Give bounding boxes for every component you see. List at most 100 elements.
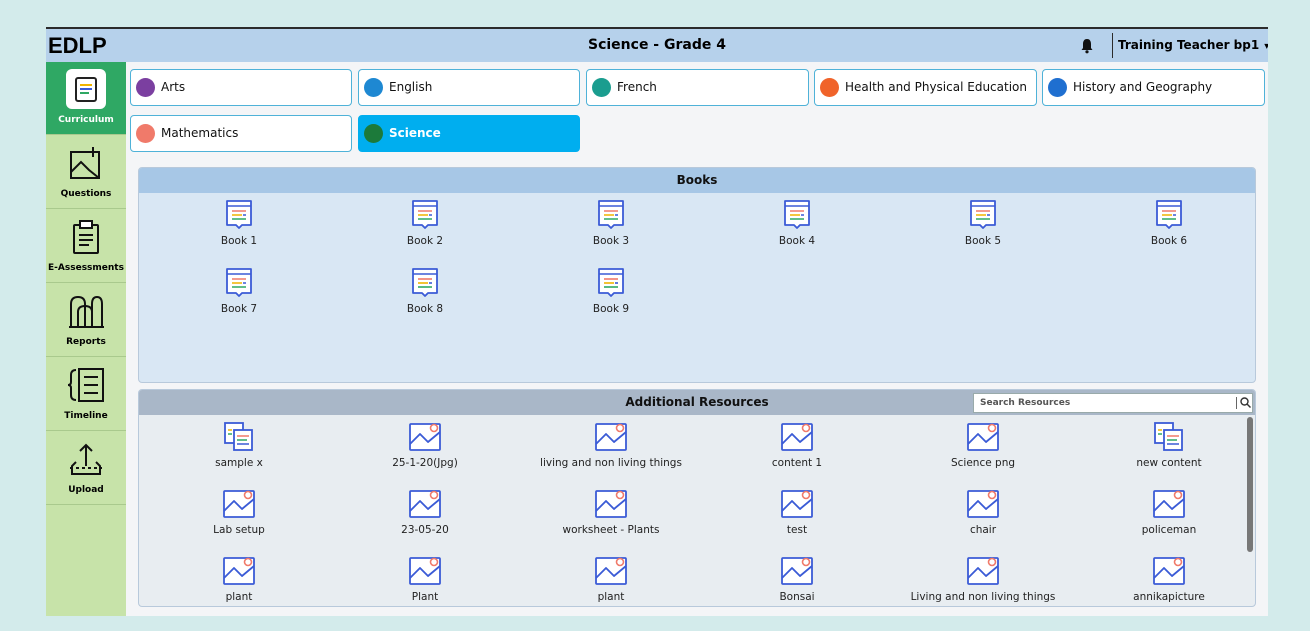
book-icon [146, 266, 332, 298]
book-icon [332, 198, 518, 230]
subject-tab-french[interactable]: French [586, 69, 809, 106]
resource-label: worksheet - Plants [562, 524, 660, 536]
books-panel: Books Book 1 Book 2 Book 3 Book 4 Book 5 Book… [138, 167, 1256, 383]
science-icon [364, 124, 383, 143]
book-icon [146, 198, 332, 230]
book-tile[interactable]: Book 3 [518, 198, 704, 247]
resource-tile[interactable]: Lab setup [146, 487, 332, 536]
subject-tab-label: Arts [161, 80, 186, 94]
subject-tab-science[interactable]: Science [358, 115, 580, 152]
resource-tile[interactable]: Living and non living things [890, 554, 1076, 603]
book-icon [704, 198, 890, 230]
book-tile[interactable]: Book 7 [146, 266, 332, 315]
image-icon [332, 487, 518, 519]
app-window: EDLP Science - Grade 4 Training Teacher … [46, 27, 1268, 616]
subject-tab-label: Mathematics [161, 126, 239, 140]
image-icon [890, 487, 1076, 519]
resource-label: policeman [1141, 524, 1197, 536]
subject-tab-label: Health and Physical Education [845, 80, 1027, 94]
reports-icon [69, 295, 104, 328]
upload-icon [70, 443, 102, 475]
resource-tile[interactable]: chair [890, 487, 1076, 536]
resource-tile[interactable]: worksheet - Plants [518, 487, 704, 536]
image-icon [518, 487, 704, 519]
header-bar: EDLP Science - Grade 4 Training Teacher … [46, 27, 1268, 62]
image-icon [1076, 554, 1255, 586]
health-icon [820, 78, 839, 97]
subject-tab-health[interactable]: Health and Physical Education [814, 69, 1037, 106]
curriculum-icon [75, 77, 97, 102]
book-icon [332, 266, 518, 298]
resource-tile[interactable]: plant [146, 554, 332, 603]
book-label: Book 7 [220, 303, 258, 315]
resource-tile[interactable]: policeman [1076, 487, 1255, 536]
sidebar-item-reports[interactable]: Reports [46, 284, 126, 357]
subject-tab-history[interactable]: History and Geography [1042, 69, 1265, 106]
sidebar-item-curriculum[interactable]: Curriculum [46, 62, 126, 135]
resource-tile[interactable]: plant [518, 554, 704, 603]
resources-scrollbar[interactable] [1247, 417, 1253, 552]
image-icon [518, 554, 704, 586]
books-header: Books [139, 168, 1255, 193]
search-box [973, 393, 1253, 413]
user-menu[interactable]: Training Teacher bp1 ▾ [1118, 29, 1268, 62]
sidebar-label: E-Assessments [48, 263, 124, 273]
resource-tile[interactable]: Plant [332, 554, 518, 603]
resource-tile[interactable]: annikapicture [1076, 554, 1255, 603]
book-tile[interactable]: Book 4 [704, 198, 890, 247]
sidebar-item-upload[interactable]: Upload [46, 432, 126, 505]
timeline-icon [67, 368, 104, 402]
sidebar: Curriculum Questions E-Assessments Repor… [46, 62, 126, 616]
subject-tab-label: History and Geography [1073, 80, 1213, 94]
arts-icon [136, 78, 155, 97]
subject-tab-mathematics[interactable]: Mathematics [130, 115, 352, 152]
french-icon [592, 78, 611, 97]
image-icon [518, 420, 704, 452]
book-label: Book 4 [778, 235, 816, 247]
sidebar-label: Curriculum [58, 115, 114, 125]
book-label: Book 9 [592, 303, 630, 315]
resource-label: annikapicture [1133, 591, 1205, 603]
bell-icon[interactable] [1080, 38, 1094, 54]
resource-tile[interactable]: new content [1076, 420, 1255, 469]
book-tile[interactable]: Book 2 [332, 198, 518, 247]
resource-tile[interactable]: content 1 [704, 420, 890, 469]
resource-label: Bonsai [779, 591, 815, 603]
resource-label: Science png [950, 457, 1016, 469]
caret-down-icon: ▾ [1264, 41, 1268, 52]
sidebar-label: Reports [66, 337, 106, 347]
resource-label: Plant [411, 591, 439, 603]
sidebar-label: Questions [60, 189, 112, 199]
resource-tile[interactable]: sample x [146, 420, 332, 469]
subject-tab-english[interactable]: English [358, 69, 580, 106]
resource-label: test [786, 524, 808, 536]
image-icon [332, 554, 518, 586]
resource-tile[interactable]: living and non living things [518, 420, 704, 469]
brand-logo[interactable]: EDLP [46, 29, 128, 62]
resource-label: plant [225, 591, 253, 603]
resource-tile[interactable]: test [704, 487, 890, 536]
book-tile[interactable]: Book 6 [1076, 198, 1255, 247]
sidebar-item-questions[interactable]: Questions [46, 136, 126, 209]
sidebar-item-timeline[interactable]: Timeline [46, 358, 126, 431]
resource-label: Living and non living things [910, 591, 1056, 603]
book-tile[interactable]: Book 9 [518, 266, 704, 315]
subject-tab-label: French [617, 80, 657, 94]
image-icon [704, 487, 890, 519]
resource-tile[interactable]: 25-1-20(Jpg) [332, 420, 518, 469]
book-label: Book 1 [220, 235, 258, 247]
resource-tile[interactable]: Bonsai [704, 554, 890, 603]
book-tile[interactable]: Book 5 [890, 198, 1076, 247]
clipboard-icon [73, 220, 99, 254]
resource-label: plant [597, 591, 625, 603]
book-tile[interactable]: Book 1 [146, 198, 332, 247]
resource-tile[interactable]: Science png [890, 420, 1076, 469]
subject-tab-arts[interactable]: Arts [130, 69, 352, 106]
resource-tile[interactable]: 23-05-20 [332, 487, 518, 536]
search-input[interactable] [974, 394, 1232, 412]
book-tile[interactable]: Book 8 [332, 266, 518, 315]
sidebar-item-e-assessments[interactable]: E-Assessments [46, 210, 126, 283]
search-divider [1236, 397, 1237, 409]
book-label: Book 5 [964, 235, 1002, 247]
search-icon[interactable] [1240, 397, 1251, 408]
